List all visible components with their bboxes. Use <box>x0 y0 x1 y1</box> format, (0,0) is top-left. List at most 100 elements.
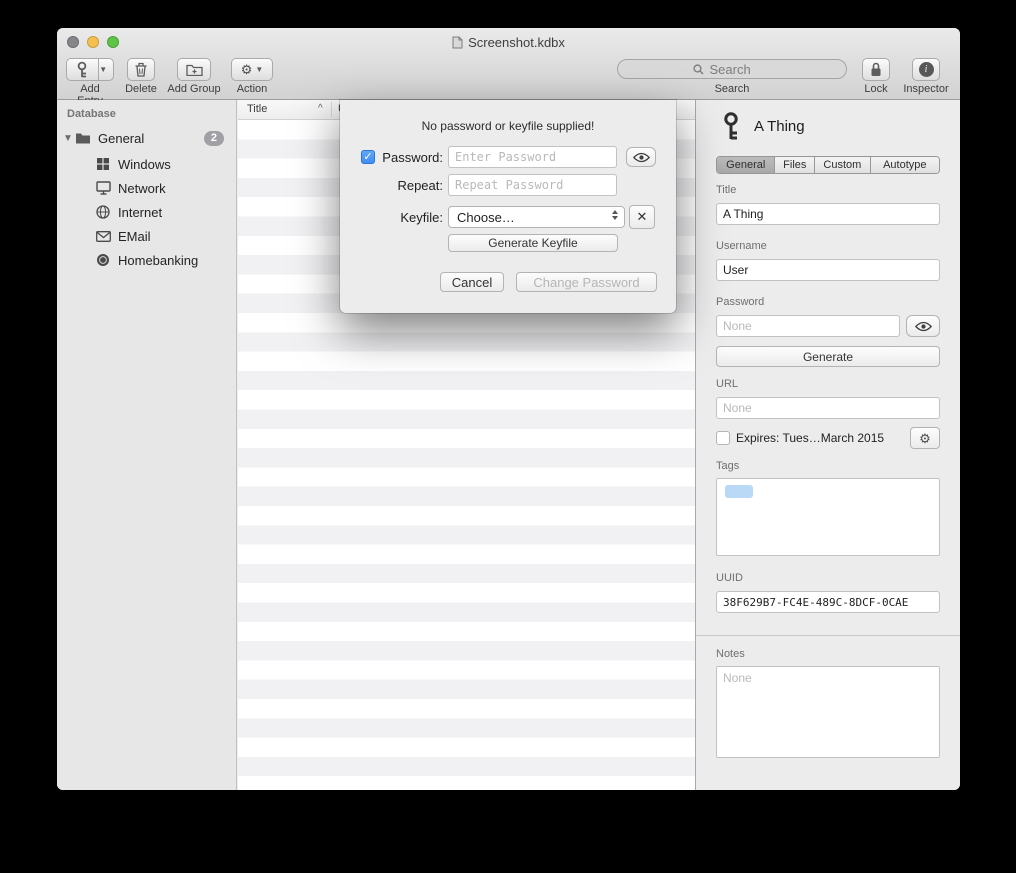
add-group-button[interactable] <box>177 58 211 81</box>
delete-label: Delete <box>113 83 169 95</box>
expires-settings-button[interactable]: ⚙ <box>910 427 940 449</box>
action-button[interactable]: ⚙ ▼ <box>231 58 273 81</box>
sidebar-item-label: Internet <box>118 205 162 220</box>
sidebar-item-label: Network <box>118 181 166 196</box>
chevron-down-icon: ▼ <box>255 65 263 74</box>
chevron-down-icon[interactable]: ▼ <box>99 65 113 74</box>
sidebar-item-internet[interactable]: Internet <box>57 200 236 224</box>
app-window: Screenshot.kdbx ▼ Add Entry <box>57 28 960 790</box>
dialog-repeat-input[interactable] <box>448 174 617 196</box>
sidebar-item-label: Homebanking <box>118 253 198 268</box>
add-entry-button[interactable]: ▼ <box>66 58 114 81</box>
search-label: Search <box>617 83 847 95</box>
tab-autotype[interactable]: Autotype <box>870 157 939 173</box>
username-field[interactable] <box>716 259 940 281</box>
entry-title: A Thing <box>754 118 805 135</box>
title-field[interactable] <box>716 203 940 225</box>
lock-button[interactable] <box>862 58 890 81</box>
sidebar-item-general[interactable]: ▼ General 2 <box>57 126 236 150</box>
reveal-password-button[interactable] <box>906 315 940 337</box>
dialog-password-label: Password: <box>370 150 443 165</box>
eye-icon <box>915 321 932 332</box>
expires-checkbox[interactable] <box>716 431 730 445</box>
keyfile-popup-button[interactable]: Choose… <box>448 206 625 228</box>
monitor-icon <box>95 180 111 196</box>
generate-password-button[interactable]: Generate <box>716 346 940 367</box>
notes-field-label: Notes <box>716 648 745 660</box>
disclosure-triangle-icon[interactable]: ▼ <box>61 133 75 144</box>
gear-icon: ⚙ <box>241 63 253 76</box>
cancel-button[interactable]: Cancel <box>440 272 504 292</box>
close-icon: ✕ <box>637 209 648 225</box>
inspector-tabs: General Files Custom Autotype <box>716 156 940 174</box>
folder-icon <box>75 130 91 146</box>
sort-ascending-icon: ^ <box>318 103 323 114</box>
sidebar-item-label: Windows <box>118 157 171 172</box>
globe-icon <box>95 204 111 220</box>
tab-files[interactable]: Files <box>774 157 814 173</box>
coin-icon <box>95 252 111 268</box>
generate-keyfile-button[interactable]: Generate Keyfile <box>448 234 618 252</box>
column-divider[interactable] <box>331 102 332 117</box>
sidebar-item-label: EMail <box>118 229 151 244</box>
dialog-password-input[interactable] <box>448 146 617 168</box>
tab-custom[interactable]: Custom <box>814 157 870 173</box>
sidebar-section-header: Database <box>67 108 116 120</box>
eye-icon <box>633 152 650 163</box>
change-password-button[interactable]: Change Password <box>516 272 657 292</box>
tag-token[interactable] <box>725 485 753 498</box>
tab-general[interactable]: General <box>717 157 774 173</box>
clear-keyfile-button[interactable]: ✕ <box>629 205 655 229</box>
password-field-label: Password <box>716 296 764 308</box>
sidebar: Database ▼ General 2 <box>57 100 237 790</box>
sidebar-item-email[interactable]: EMail <box>57 224 236 248</box>
uuid-field-label: UUID <box>716 572 743 584</box>
sidebar-item-network[interactable]: Network <box>57 176 236 200</box>
search-icon <box>693 64 704 75</box>
uuid-field[interactable] <box>716 591 940 613</box>
title-field-label: Title <box>716 184 736 196</box>
tags-box[interactable] <box>716 478 940 556</box>
lock-icon <box>870 62 882 77</box>
search-input[interactable] <box>708 61 772 78</box>
key-icon <box>722 112 740 140</box>
username-field-label: Username <box>716 240 767 252</box>
trash-icon <box>135 62 147 77</box>
window-title: Screenshot.kdbx <box>57 28 960 56</box>
keyfile-popup-value: Choose… <box>457 210 515 225</box>
folder-plus-icon <box>186 63 203 76</box>
inspector-section-divider <box>696 635 960 636</box>
dialog-message: No password or keyfile supplied! <box>340 119 676 133</box>
windows-icon <box>95 156 111 172</box>
dialog-repeat-label: Repeat: <box>370 178 443 193</box>
sidebar-item-windows[interactable]: Windows <box>57 152 236 176</box>
notes-placeholder: None <box>723 671 752 685</box>
info-icon: i <box>919 62 934 77</box>
document-icon <box>452 36 463 49</box>
notes-box[interactable]: None <box>716 666 940 758</box>
inspector-button[interactable]: i <box>912 58 940 81</box>
key-plus-icon <box>67 61 98 78</box>
envelope-icon <box>95 228 111 244</box>
password-field[interactable] <box>716 315 900 337</box>
tags-field-label: Tags <box>716 460 739 472</box>
dialog-reveal-password-button[interactable] <box>626 147 656 167</box>
url-field-label: URL <box>716 378 738 390</box>
sidebar-item-homebanking[interactable]: Homebanking <box>57 248 236 272</box>
column-header-title[interactable]: Title <box>247 103 267 115</box>
action-label: Action <box>226 83 278 95</box>
lock-label: Lock <box>848 83 904 95</box>
window-chrome: Screenshot.kdbx ▼ Add Entry <box>57 28 960 100</box>
url-field[interactable] <box>716 397 940 419</box>
dialog-keyfile-label: Keyfile: <box>370 210 443 225</box>
change-password-dialog: No password or keyfile supplied! ✓ Passw… <box>340 100 676 313</box>
sidebar-item-label: General <box>98 131 144 146</box>
search-field[interactable] <box>617 59 847 79</box>
group-count-badge: 2 <box>204 131 224 146</box>
gear-icon: ⚙ <box>919 432 931 445</box>
expires-label: Expires: Tues…March 2015 <box>736 431 884 445</box>
inspector-label: Inspector <box>899 83 953 95</box>
window-title-text: Screenshot.kdbx <box>468 35 565 50</box>
desktop-background: Screenshot.kdbx ▼ Add Entry <box>0 0 1016 873</box>
delete-button[interactable] <box>127 58 155 81</box>
